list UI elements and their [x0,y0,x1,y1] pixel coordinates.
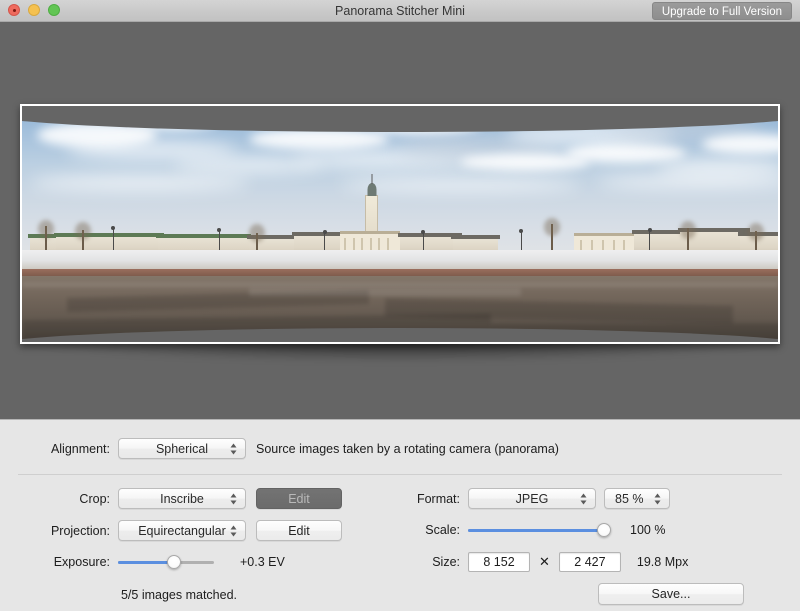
size-height-input[interactable]: 2 427 [558,552,621,572]
crop-edit-button[interactable]: Edit [256,488,342,509]
format-quality-value: 85 % [615,491,644,506]
scale-value: 100 % [630,523,666,537]
format-label: Format: [416,491,460,506]
snow-band [22,249,778,269]
projection-edit-button[interactable]: Edit [256,520,342,541]
format-quality-select[interactable]: 85 % [604,488,670,509]
scale-label: Scale: [425,523,460,537]
exposure-value: +0.3 EV [240,555,285,569]
size-width-input[interactable]: 8 152 [468,552,530,572]
save-button[interactable]: Save... [598,583,744,605]
chevron-up-down-icon [653,492,662,505]
exposure-row: Exposure: +0.3 EV [0,553,285,571]
title-bar: Panorama Stitcher Mini Upgrade to Full V… [0,0,800,22]
scale-slider-knob[interactable] [597,523,611,537]
exposure-slider-knob[interactable] [166,555,181,569]
alignment-row: Alignment: Spherical Source images taken… [0,438,559,459]
chevron-up-down-icon [579,492,588,505]
scale-slider-fill [468,528,604,532]
app-window: Panorama Stitcher Mini Upgrade to Full V… [0,0,800,611]
settings-panel: Alignment: Spherical Source images taken… [0,419,800,611]
scale-slider[interactable] [468,521,611,539]
exposure-slider[interactable] [118,553,214,571]
upgrade-to-full-version-button[interactable]: Upgrade to Full Version [651,2,792,20]
alignment-select-value: Spherical [155,441,209,456]
exposure-slider-fill [118,560,174,564]
panorama-image-frame[interactable] [20,104,780,344]
chevron-up-down-icon [229,524,238,537]
size-row: Size: 8 152 ✕ 2 427 19.8 Mpx [400,552,688,572]
scale-row: Scale: 100 % [400,521,665,539]
exposure-label: Exposure: [53,555,110,569]
alignment-label: Alignment: [50,441,110,456]
projection-select[interactable]: Equirectangular [118,520,246,541]
save-row: Save... [598,583,744,605]
megapixels-value: 19.8 Mpx [636,555,689,569]
format-row: Format: JPEG 85 % [400,488,670,509]
projection-row: Projection: Equirectangular Edit [0,520,342,541]
panorama-image [22,106,778,342]
divider [18,474,782,475]
alignment-description: Source images taken by a rotating camera… [256,441,559,456]
panorama-preview-area[interactable] [0,22,800,419]
crop-label: Crop: [79,491,110,506]
projection-label: Projection: [50,523,110,538]
format-select[interactable]: JPEG [468,488,596,509]
chevron-up-down-icon [229,442,238,455]
size-separator-icon: ✕ [539,554,550,569]
crop-row: Crop: Inscribe Edit [0,488,342,509]
status-row: 5/5 images matched. [0,588,358,602]
format-select-value: JPEG [515,491,549,506]
alignment-select[interactable]: Spherical [118,438,246,459]
crop-select-value: Inscribe [160,491,204,506]
crop-select[interactable]: Inscribe [118,488,246,509]
status-text: 5/5 images matched. [120,588,238,602]
size-label: Size: [432,555,460,569]
chevron-up-down-icon [229,492,238,505]
projection-select-value: Equirectangular [138,523,226,538]
